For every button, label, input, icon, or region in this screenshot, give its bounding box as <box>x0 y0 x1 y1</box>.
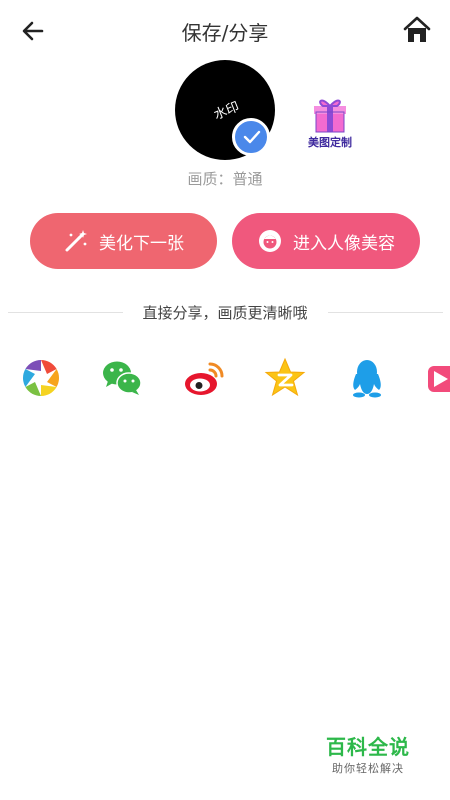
share-qq-button[interactable] <box>345 356 389 400</box>
share-weibo-button[interactable] <box>182 356 226 400</box>
qzone-star-icon <box>264 357 306 397</box>
share-video-app-button[interactable] <box>426 356 450 400</box>
custom-print-button[interactable]: 美图定制 <box>300 94 360 150</box>
page-title: 保存/分享 <box>181 21 269 45</box>
face-icon <box>257 228 283 254</box>
selected-check-badge <box>232 118 270 156</box>
aperture-icon <box>22 360 60 396</box>
custom-print-label: 美图定制 <box>308 136 352 149</box>
home-icon <box>403 16 431 42</box>
site-watermark-logo: 百科全说 助你轻松解决 <box>326 731 410 776</box>
beautify-next-button[interactable]: 美化下一张 <box>30 213 217 269</box>
portrait-beauty-button[interactable]: 进入人像美容 <box>232 213 420 269</box>
weibo-icon <box>185 362 224 395</box>
video-play-icon <box>428 366 450 392</box>
wechat-icon <box>103 361 142 395</box>
logo-sub-text: 助你轻松解决 <box>332 762 404 775</box>
home-button[interactable] <box>402 15 432 45</box>
qq-penguin-icon <box>353 360 381 398</box>
checkmark-icon <box>243 130 261 144</box>
beautify-next-label: 美化下一张 <box>99 233 184 254</box>
divider-line-right <box>328 312 443 313</box>
share-qzone-button[interactable] <box>263 356 307 400</box>
share-wechat-button[interactable] <box>100 356 144 400</box>
portrait-beauty-label: 进入人像美容 <box>293 233 395 254</box>
watermark-text: 水印 <box>211 99 242 124</box>
share-section-header: 直接分享，画质更清晰哦 <box>0 302 450 322</box>
magic-wand-icon <box>63 228 89 254</box>
quality-text[interactable]: 画质：普通 <box>0 168 450 189</box>
header-bar: 保存/分享 <box>0 0 450 60</box>
gift-icon <box>314 99 346 133</box>
share-photo-app-button[interactable] <box>19 356 63 400</box>
logo-main-text: 百科全说 <box>326 735 410 759</box>
